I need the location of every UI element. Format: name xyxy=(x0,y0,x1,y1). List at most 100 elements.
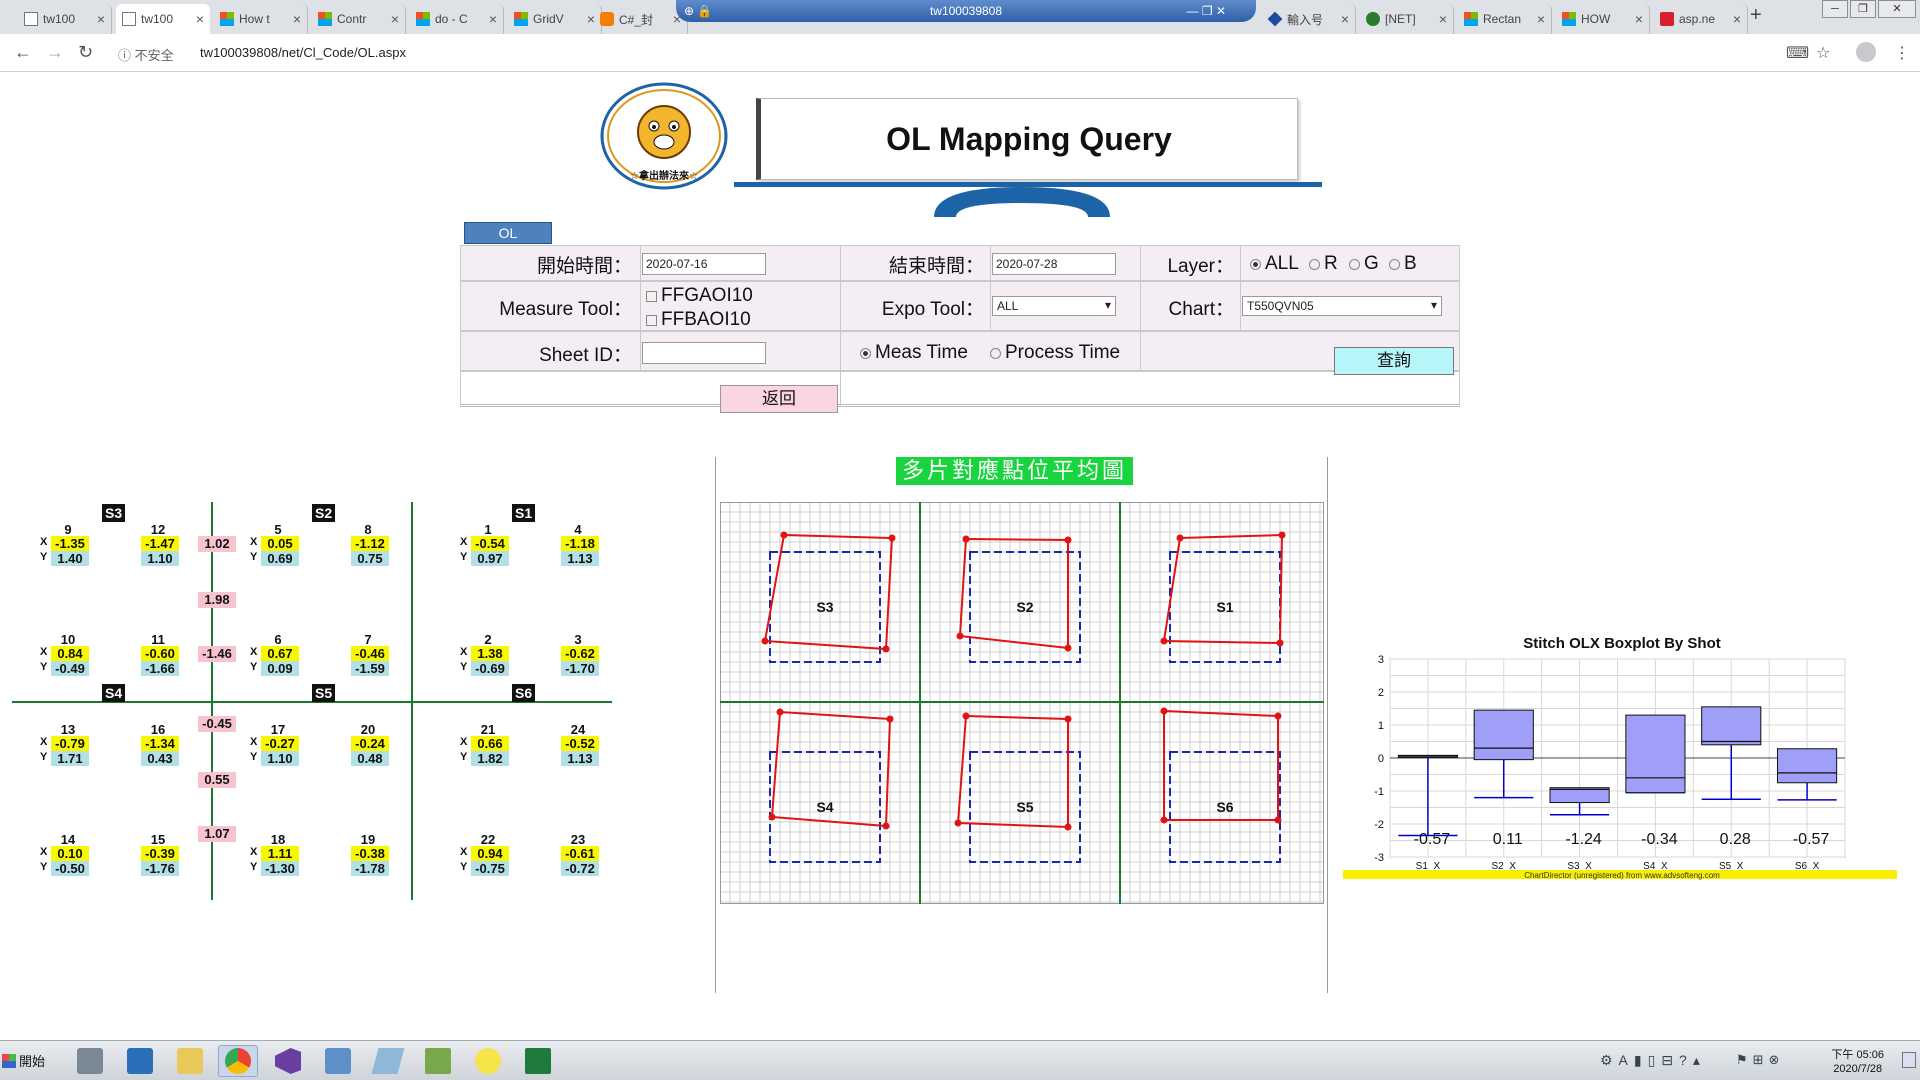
browser-tab[interactable]: do - C × xyxy=(410,4,504,34)
back-arrow-icon[interactable]: ← xyxy=(14,42,32,63)
tab-close-icon[interactable]: × xyxy=(1733,11,1741,27)
address-bar: ← → ↻ ⓘ 不安全 tw100039808/net/Cl_Code/OL.a… xyxy=(0,34,1920,72)
translate-icon[interactable]: ⌨ xyxy=(1786,43,1809,63)
y-axis-tag: Y xyxy=(40,861,48,873)
checkbox-icon xyxy=(646,314,657,326)
sheet-id-input[interactable] xyxy=(642,342,766,364)
shot-tag: S2 xyxy=(312,504,336,522)
tab-close-icon[interactable]: × xyxy=(1537,11,1545,27)
expo-tool-select[interactable]: ALL xyxy=(992,296,1116,316)
profile-avatar[interactable] xyxy=(1856,42,1876,62)
y-value: 1.82 xyxy=(471,751,509,766)
stitch-gap-value: 1.98 xyxy=(198,592,236,608)
visual-studio-icon[interactable] xyxy=(268,1045,308,1077)
start-button[interactable]: 開始 xyxy=(2,1051,45,1070)
box-value-label: -0.34 xyxy=(1641,831,1678,848)
measure-tool-checkbox-1[interactable]: FFGAOI10 xyxy=(646,285,753,307)
system-clock[interactable]: 下午 05:06 2020/7/28 xyxy=(1831,1048,1884,1076)
sticky-notes-icon[interactable] xyxy=(468,1045,508,1077)
notification-icons[interactable]: ⚑⊞⊗ xyxy=(1736,1052,1784,1068)
excel-icon[interactable] xyxy=(518,1045,558,1077)
point-id: 1 xyxy=(484,522,492,537)
tab-close-icon[interactable]: × xyxy=(391,11,399,27)
tab-close-icon[interactable]: × xyxy=(1341,11,1349,27)
browser-tab[interactable]: Rectan × xyxy=(1458,4,1552,34)
browser-tab[interactable]: asp.ne × xyxy=(1654,4,1748,34)
tab-favicon-icon xyxy=(416,12,430,26)
point-id: 13 xyxy=(60,722,76,737)
browser-tab[interactable]: 輸入号 × xyxy=(1262,4,1356,34)
menu-dots-icon[interactable]: ⋮ xyxy=(1894,43,1910,63)
tab-close-icon[interactable]: × xyxy=(293,11,301,27)
network-tool-icon[interactable] xyxy=(318,1045,358,1077)
layer-radio-all[interactable]: ALL xyxy=(1250,253,1299,275)
browser-tab[interactable]: tw100 × xyxy=(18,4,112,34)
browser-tab[interactable]: C#_封 × xyxy=(594,4,688,34)
meas-time-radio[interactable]: Meas Time xyxy=(860,342,968,364)
measure-tool-checkbox-2[interactable]: FFBAOI10 xyxy=(646,309,751,331)
not-secure-indicator[interactable]: ⓘ 不安全 xyxy=(118,45,174,64)
tab-title: asp.ne xyxy=(1679,12,1716,26)
process-time-radio[interactable]: Process Time xyxy=(990,342,1120,364)
tab-close-icon[interactable]: × xyxy=(489,11,497,27)
show-desktop-icon[interactable] xyxy=(1902,1052,1916,1068)
checkbox-icon xyxy=(646,290,657,302)
chrome-icon[interactable] xyxy=(218,1045,258,1077)
tray-icons[interactable]: ⚙A▮▯⊟?▴ xyxy=(1600,1052,1706,1069)
end-time-input[interactable] xyxy=(992,253,1116,275)
layer-radio-b[interactable]: B xyxy=(1389,253,1417,275)
tab-close-icon[interactable]: × xyxy=(1439,11,1447,27)
tab-close-icon[interactable]: × xyxy=(1635,11,1643,27)
x-axis-tag: X xyxy=(40,846,48,858)
query-button[interactable]: 查詢 xyxy=(1334,347,1454,375)
browser-tab[interactable]: Contr × xyxy=(312,4,406,34)
header-arch-decoration xyxy=(934,187,1110,217)
box-body xyxy=(1473,709,1534,761)
server-manager-icon[interactable] xyxy=(70,1045,110,1077)
start-time-input[interactable] xyxy=(642,253,766,275)
x-axis-tag: X xyxy=(250,536,258,548)
y-value: 0.97 xyxy=(471,551,509,566)
tab-ol[interactable]: OL xyxy=(464,222,552,244)
browser-tab[interactable]: tw100 × xyxy=(116,4,210,34)
new-tab-button[interactable]: + xyxy=(1750,4,1762,27)
close-window-button[interactable]: ✕ xyxy=(1878,0,1916,18)
x-axis-tag: X xyxy=(40,536,48,548)
reload-icon[interactable]: ↻ xyxy=(78,42,93,63)
box-body xyxy=(1701,706,1762,746)
file-explorer-icon[interactable] xyxy=(170,1045,210,1077)
browser-tab[interactable]: [NET] × xyxy=(1360,4,1454,34)
layer-radio-g[interactable]: G xyxy=(1349,253,1379,275)
tab-favicon-icon xyxy=(1464,12,1478,26)
x-axis-tag: X xyxy=(40,646,48,658)
browser-tab[interactable]: GridV × xyxy=(508,4,602,34)
y-value: -0.72 xyxy=(561,861,599,876)
restore-button[interactable]: ❐ xyxy=(1850,0,1876,18)
browser-tab[interactable]: HOW × xyxy=(1556,4,1650,34)
bookmark-star-icon[interactable]: ☆ xyxy=(1816,43,1830,63)
url-field[interactable]: tw100039808/net/Cl_Code/OL.aspx xyxy=(200,45,406,60)
x-axis-tag: X xyxy=(250,646,258,658)
tab-close-icon[interactable]: × xyxy=(97,11,105,27)
tab-title: C#_封 xyxy=(619,12,654,27)
chart-select[interactable]: T550QVN05 xyxy=(1242,296,1442,316)
y-tick-label: 2 xyxy=(1378,687,1384,699)
query-form: 開始時間： 結束時間： Layer： ALL R G B Measure Too… xyxy=(460,245,1460,485)
point-id: 11 xyxy=(151,632,165,647)
y-value: 1.10 xyxy=(141,551,179,566)
forward-arrow-icon[interactable]: → xyxy=(46,42,64,63)
y-axis-tag: Y xyxy=(460,551,468,563)
y-value: -0.49 xyxy=(51,661,89,676)
pin-icon[interactable]: ⊕ 🔒 xyxy=(684,0,712,22)
minimize-button[interactable]: ─ xyxy=(1822,0,1848,18)
app-icon[interactable] xyxy=(368,1045,408,1077)
tab-close-icon[interactable]: × xyxy=(196,11,204,27)
powershell-icon[interactable] xyxy=(120,1045,160,1077)
browser-tab[interactable]: How t × xyxy=(214,4,308,34)
notepad-icon[interactable] xyxy=(418,1045,458,1077)
page-title: OL Mapping Query xyxy=(886,121,1172,157)
layer-radio-r[interactable]: R xyxy=(1309,253,1338,275)
remote-window-controls[interactable]: — ❐ ✕ xyxy=(1187,0,1226,22)
back-button[interactable]: 返回 xyxy=(720,385,838,413)
y-axis-tag: Y xyxy=(40,751,48,763)
